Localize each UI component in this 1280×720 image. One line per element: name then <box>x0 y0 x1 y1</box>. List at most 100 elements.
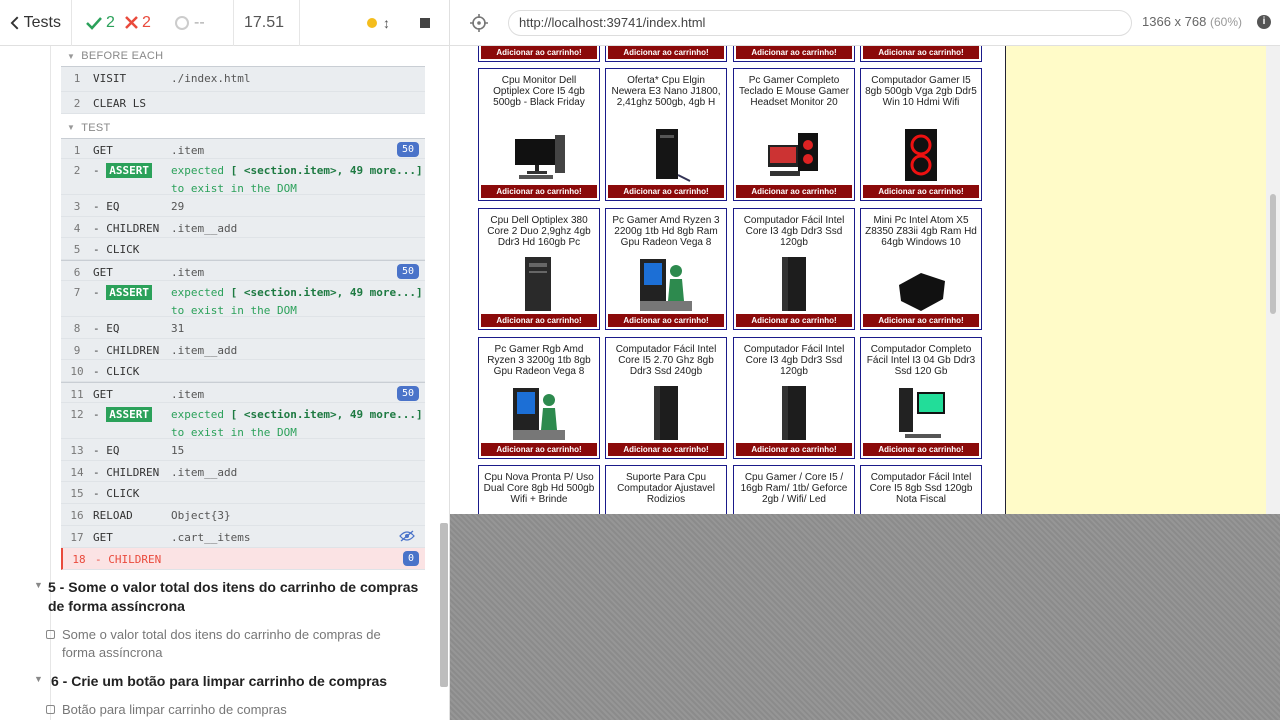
command-message: 31 <box>171 322 185 335</box>
stop-icon[interactable] <box>420 17 430 28</box>
add-to-cart-button[interactable]: Adicionar ao carrinho! <box>736 314 852 327</box>
command-row[interactable]: 18 - CHILDREN 0 <box>61 547 425 570</box>
add-to-cart-button[interactable]: Adicionar ao carrinho! <box>481 46 597 59</box>
command-dash: - <box>93 286 107 299</box>
add-to-cart-button[interactable]: Adicionar ao carrinho! <box>863 185 979 198</box>
add-to-cart-button[interactable]: Adicionar ao carrinho! <box>481 443 597 456</box>
command-log: ▼ BEFORE EACH 1 VISIT ./index.html 2 CLEA… <box>50 46 438 720</box>
command-name: - ASSERT <box>93 159 171 194</box>
cart-area <box>1006 46 1266 514</box>
assert-message-part: [ <section.item>, 49 more... <box>230 286 417 299</box>
aut-header: http://localhost:39741/index.html 1366 x… <box>450 0 1280 46</box>
command-message: Object{3} <box>171 508 231 522</box>
failed-count: 2 <box>125 0 174 46</box>
product-image <box>899 273 945 311</box>
command-row[interactable]: 7- ASSERT expected [ <section.item>, 49 m… <box>61 281 425 317</box>
url-field[interactable]: http://localhost:39741/index.html <box>508 10 1132 36</box>
command-row[interactable]: 9 - CHILDREN .item__add <box>61 338 425 360</box>
element-count-badge: 0 <box>402 550 419 566</box>
product-card: Cpu Dell Optiplex 380 Core 2 Duo 2,9ghz … <box>478 208 600 330</box>
auto-scroll-indicator-icon[interactable] <box>367 17 377 28</box>
product-card: Computador Fácil Intel Core I5 2.70 Ghz … <box>605 337 727 459</box>
product-image <box>782 257 806 311</box>
element-count-badge: 50 <box>396 263 419 279</box>
updown-arrow-icon[interactable]: ↕ <box>383 15 390 31</box>
command-row[interactable]: 2 CLEAR LS <box>61 92 425 114</box>
add-to-cart-button[interactable]: Adicionar ao carrinho! <box>481 185 597 198</box>
command-row[interactable]: 6 GET .item 50 <box>61 259 425 281</box>
command-row[interactable]: 15 - CLICK <box>61 482 425 504</box>
product-card: Computador Completo Fácil Intel I3 04 Gb… <box>860 337 982 459</box>
frame-scrollbar[interactable] <box>1266 46 1280 514</box>
viewport-info: 1366 x 768 (60%) <box>1142 14 1242 29</box>
checkbox-icon <box>46 630 55 639</box>
add-to-cart-button[interactable]: Adicionar ao carrinho! <box>608 185 724 198</box>
add-to-cart-button[interactable]: Adicionar ao carrinho! <box>736 185 852 198</box>
command-name: - CLICK <box>93 243 140 256</box>
spinner-icon <box>175 15 189 30</box>
add-to-cart-button[interactable]: Adicionar ao carrinho! <box>736 443 852 456</box>
assert-message-part: ] <box>416 408 423 421</box>
add-to-cart-button[interactable]: Adicionar ao carrinho! <box>863 46 979 59</box>
product-image <box>640 259 692 311</box>
command-row[interactable]: 17 GET .cart__items <box>61 525 425 548</box>
passed-count: 2 <box>72 0 125 46</box>
product-card: Mini Pc Intel Atom X5 Z8350 Z83ii 4gb Ra… <box>860 208 982 330</box>
command-name: - EQ <box>93 322 120 335</box>
command-row[interactable]: 8 - EQ 31 <box>61 317 425 339</box>
assert-message-part: expected <box>171 164 231 177</box>
assert-badge: ASSERT <box>106 163 152 178</box>
command-row[interactable]: 5 - CLICK <box>61 238 425 260</box>
command-row[interactable]: 12- ASSERT expected [ <section.item>, 49 … <box>61 403 425 439</box>
command-row[interactable]: 4 - CHILDREN .item__add <box>61 216 425 238</box>
tests-back-button[interactable]: Tests <box>0 0 72 46</box>
info-icon[interactable]: i <box>1257 15 1271 29</box>
assert-message-part: expected <box>171 286 231 299</box>
command-message: .item__add <box>171 343 238 357</box>
reporter-scrollbar[interactable] <box>440 523 448 687</box>
command-message: .cart__items <box>171 530 251 544</box>
assert-badge: ASSERT <box>106 407 152 422</box>
command-row[interactable]: 1 GET .item 50 <box>61 137 425 159</box>
command-number: 3 <box>73 200 81 213</box>
command-message <box>171 480 425 503</box>
product-card: Computador Fácil Intel Core I3 4gb Ddr3 … <box>733 337 855 459</box>
add-to-cart-button[interactable]: Adicionar ao carrinho! <box>736 46 852 59</box>
command-name: - CHILDREN <box>93 343 160 357</box>
products-grid: Adicionar ao carrinho! Adicionar ao carri… <box>474 46 1006 514</box>
command-name: - EQ <box>93 200 120 213</box>
command-number: 16 <box>70 508 84 522</box>
command-message <box>171 236 425 259</box>
command-row[interactable]: 11 GET .item 50 <box>61 381 425 403</box>
product-card: Adicionar ao carrinho! <box>478 46 600 62</box>
add-to-cart-button[interactable]: Adicionar ao carrinho! <box>608 314 724 327</box>
command-message: .item <box>171 143 205 157</box>
crosshair-icon[interactable] <box>470 14 488 32</box>
before-each-header[interactable]: ▼ BEFORE EACH <box>51 46 438 66</box>
command-row[interactable]: 3 - EQ 29 <box>61 195 425 217</box>
app-under-test-panel: http://localhost:39741/index.html 1366 x… <box>450 0 1280 720</box>
product-card: Pc Gamer Rgb Amd Ryzen 3 3200g 1tb 8gb G… <box>478 337 600 459</box>
command-row[interactable]: 13 - EQ 15 <box>61 439 425 461</box>
product-card: Cpu Gamer / Core I5 / 16gb Ram/ 1tb/ Gef… <box>733 465 855 514</box>
scroll-thumb[interactable] <box>1270 194 1276 314</box>
command-number: 12 <box>70 408 84 421</box>
command-row[interactable]: 2- ASSERT expected [ <section.item>, 49 m… <box>61 159 425 195</box>
add-to-cart-button[interactable]: Adicionar ao carrinho! <box>481 314 597 327</box>
command-row[interactable]: 14 - CHILDREN .item__add <box>61 460 425 482</box>
product-title: Cpu Gamer / Core I5 / 16gb Ram/ 1tb/ Gef… <box>740 472 848 505</box>
add-to-cart-button[interactable]: Adicionar ao carrinho! <box>863 443 979 456</box>
command-number: 9 <box>73 343 81 357</box>
chevron-left-icon <box>10 16 19 29</box>
add-to-cart-button[interactable]: Adicionar ao carrinho! <box>863 314 979 327</box>
test-header[interactable]: ▼ TEST <box>51 118 438 138</box>
command-row[interactable]: 1 VISIT ./index.html <box>61 66 425 92</box>
command-row[interactable]: 16 RELOAD Object{3} <box>61 503 425 526</box>
product-card: Cpu Nova Pronta P/ Uso Dual Core 8gb Hd … <box>478 465 600 514</box>
add-to-cart-button[interactable]: Adicionar ao carrinho! <box>608 46 724 59</box>
assert-message-part: ] <box>416 286 423 299</box>
add-to-cart-button[interactable]: Adicionar ao carrinho! <box>608 443 724 456</box>
command-row[interactable]: 10 - CLICK <box>61 360 425 382</box>
command-message: expected [ <section.item>, 49 more...] t… <box>171 157 425 194</box>
command-name: - ASSERT <box>93 281 171 316</box>
